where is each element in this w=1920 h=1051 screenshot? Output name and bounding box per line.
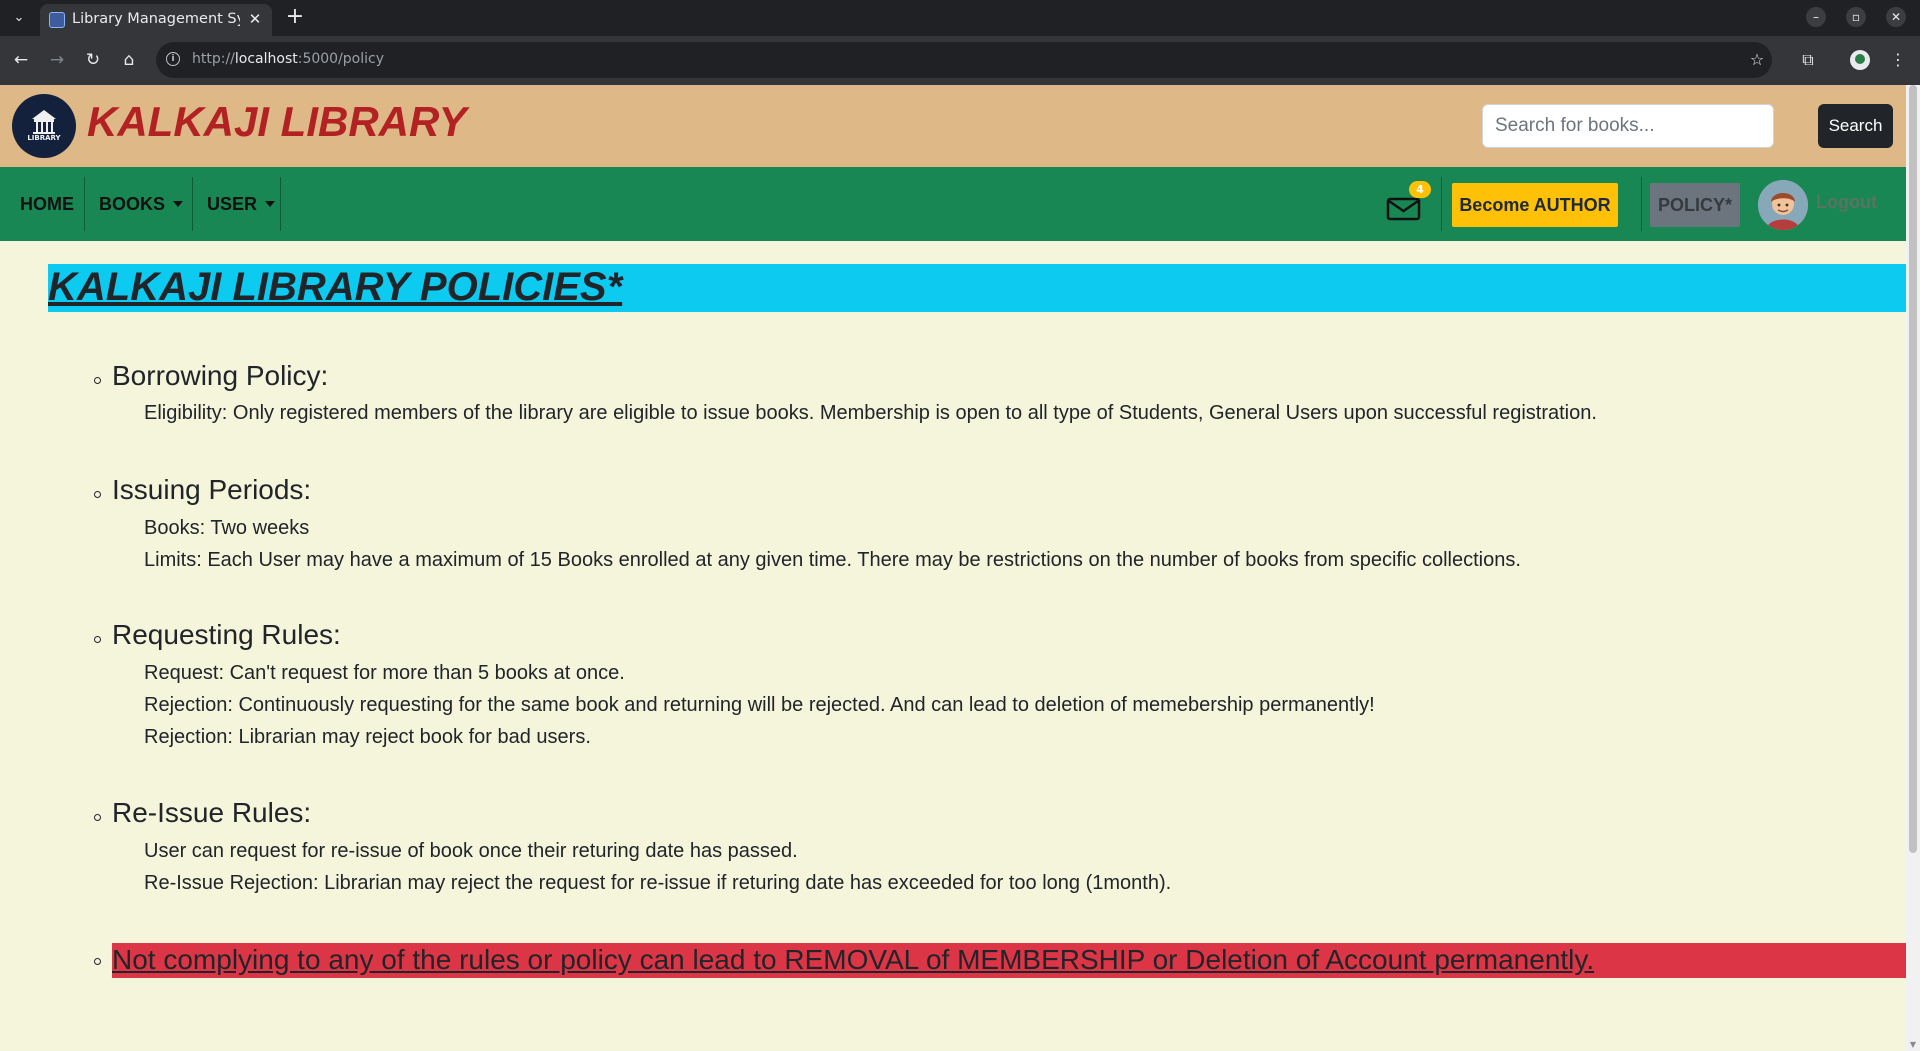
policy-line: User can request for re-issue of book on… <box>144 840 798 862</box>
scroll-down-arrow-icon[interactable]: ▼ <box>1909 1041 1917 1049</box>
policy-line: Request: Can't request for more than 5 b… <box>144 662 625 684</box>
section-heading-borrowing: Borrowing Policy: <box>112 360 329 391</box>
logout-link[interactable]: Logout <box>1816 192 1877 213</box>
membership-warning-text: Not complying to any of the rules or pol… <box>112 944 1595 975</box>
tab-title: Library Management System <box>72 11 240 27</box>
address-bar[interactable]: i http://localhost:5000/policy <box>156 42 1772 78</box>
chevron-down-icon[interactable]: ⌄ <box>6 6 32 30</box>
bullet-marker <box>94 958 101 965</box>
section-heading-requesting: Requesting Rules: <box>112 619 341 650</box>
browser-tab-bar: ⌄ Library Management System ✕ + – ▫ ✕ <box>0 0 1920 36</box>
bullet-marker <box>94 636 101 643</box>
forward-arrow-icon[interactable]: → <box>45 48 69 72</box>
policy-line: Rejection: Continuously requesting for t… <box>144 694 1375 716</box>
dropdown-caret-icon <box>265 201 276 207</box>
nav-home[interactable]: HOME <box>20 167 74 241</box>
page-viewport: LIBRARY KALKAJI LIBRARY Search HOME BOOK… <box>0 85 1920 1051</box>
policy-line: Limits: Each User may have a maximum of … <box>144 549 1521 571</box>
become-author-button[interactable]: Become AUTHOR <box>1452 183 1618 227</box>
search-button[interactable]: Search <box>1818 104 1893 148</box>
section-heading-reissue: Re-Issue Rules: <box>112 797 312 828</box>
bullet-marker <box>94 377 101 384</box>
page-title: KALKAJI LIBRARY POLICIES* <box>48 265 623 309</box>
nav-divider <box>1441 177 1442 231</box>
bullet-marker <box>94 814 101 821</box>
site-brand[interactable]: KALKAJI LIBRARY <box>87 98 467 146</box>
star-icon[interactable]: ☆ <box>1745 48 1769 72</box>
url-text: http://localhost:5000/policy <box>192 51 385 67</box>
profile-icon[interactable] <box>1850 50 1870 70</box>
page-scrollbar[interactable]: ▼ <box>1906 85 1920 1051</box>
policy-line: Re-Issue Rejection: Librarian may reject… <box>144 872 1172 894</box>
puzzle-icon[interactable]: ⧉ <box>1796 48 1820 72</box>
nav-divider <box>192 177 193 231</box>
avatar-face-icon <box>1758 180 1808 230</box>
nav-divider <box>280 177 281 231</box>
restore-icon[interactable]: ▫ <box>1846 7 1866 27</box>
close-window-icon[interactable]: ✕ <box>1886 7 1906 27</box>
reload-icon[interactable]: ↻ <box>81 48 105 72</box>
section-heading-issuing: Issuing Periods: <box>112 474 312 505</box>
dropdown-caret-icon <box>173 201 184 207</box>
policy-title-band: KALKAJI LIBRARY POLICIES* <box>48 264 1906 312</box>
info-icon[interactable]: i <box>166 52 180 66</box>
home-icon[interactable]: ⌂ <box>117 48 141 72</box>
back-arrow-icon[interactable]: ← <box>9 48 33 72</box>
logo-text: LIBRARY <box>27 134 61 142</box>
notification-badge: 4 <box>1409 181 1431 198</box>
search-input[interactable] <box>1482 104 1774 148</box>
close-icon[interactable]: ✕ <box>246 9 264 29</box>
policy-line: Books: Two weeks <box>144 517 310 539</box>
scrollbar-thumb[interactable] <box>1909 85 1917 853</box>
membership-warning-band: Not complying to any of the rules or pol… <box>112 943 1906 978</box>
bullet-marker <box>94 491 101 498</box>
library-building-icon <box>32 110 56 134</box>
policy-line: Eligibility: Only registered members of … <box>144 402 1597 424</box>
nav-books-dropdown[interactable]: BOOKS <box>99 167 184 241</box>
minimize-icon[interactable]: – <box>1806 7 1826 27</box>
library-logo[interactable]: LIBRARY <box>12 94 76 158</box>
browser-toolbar: ← → ↻ ⌂ i http://localhost:5000/policy ☆… <box>0 36 1920 85</box>
avatar-icon[interactable] <box>1758 180 1808 230</box>
more-menu-icon[interactable]: ⋮ <box>1886 48 1910 72</box>
nav-divider <box>84 177 85 231</box>
favicon-icon <box>49 12 65 28</box>
policy-line: Rejection: Librarian may reject book for… <box>144 726 591 748</box>
browser-tab-active[interactable]: Library Management System ✕ <box>40 4 272 36</box>
main-navbar: HOME BOOKS USER <box>0 167 1906 241</box>
nav-user-dropdown[interactable]: USER <box>207 167 276 241</box>
nav-divider <box>1641 177 1642 231</box>
policy-button[interactable]: POLICY* <box>1650 183 1740 227</box>
new-tab-button[interactable]: + <box>282 6 308 30</box>
site-header: LIBRARY KALKAJI LIBRARY Search <box>0 85 1906 167</box>
